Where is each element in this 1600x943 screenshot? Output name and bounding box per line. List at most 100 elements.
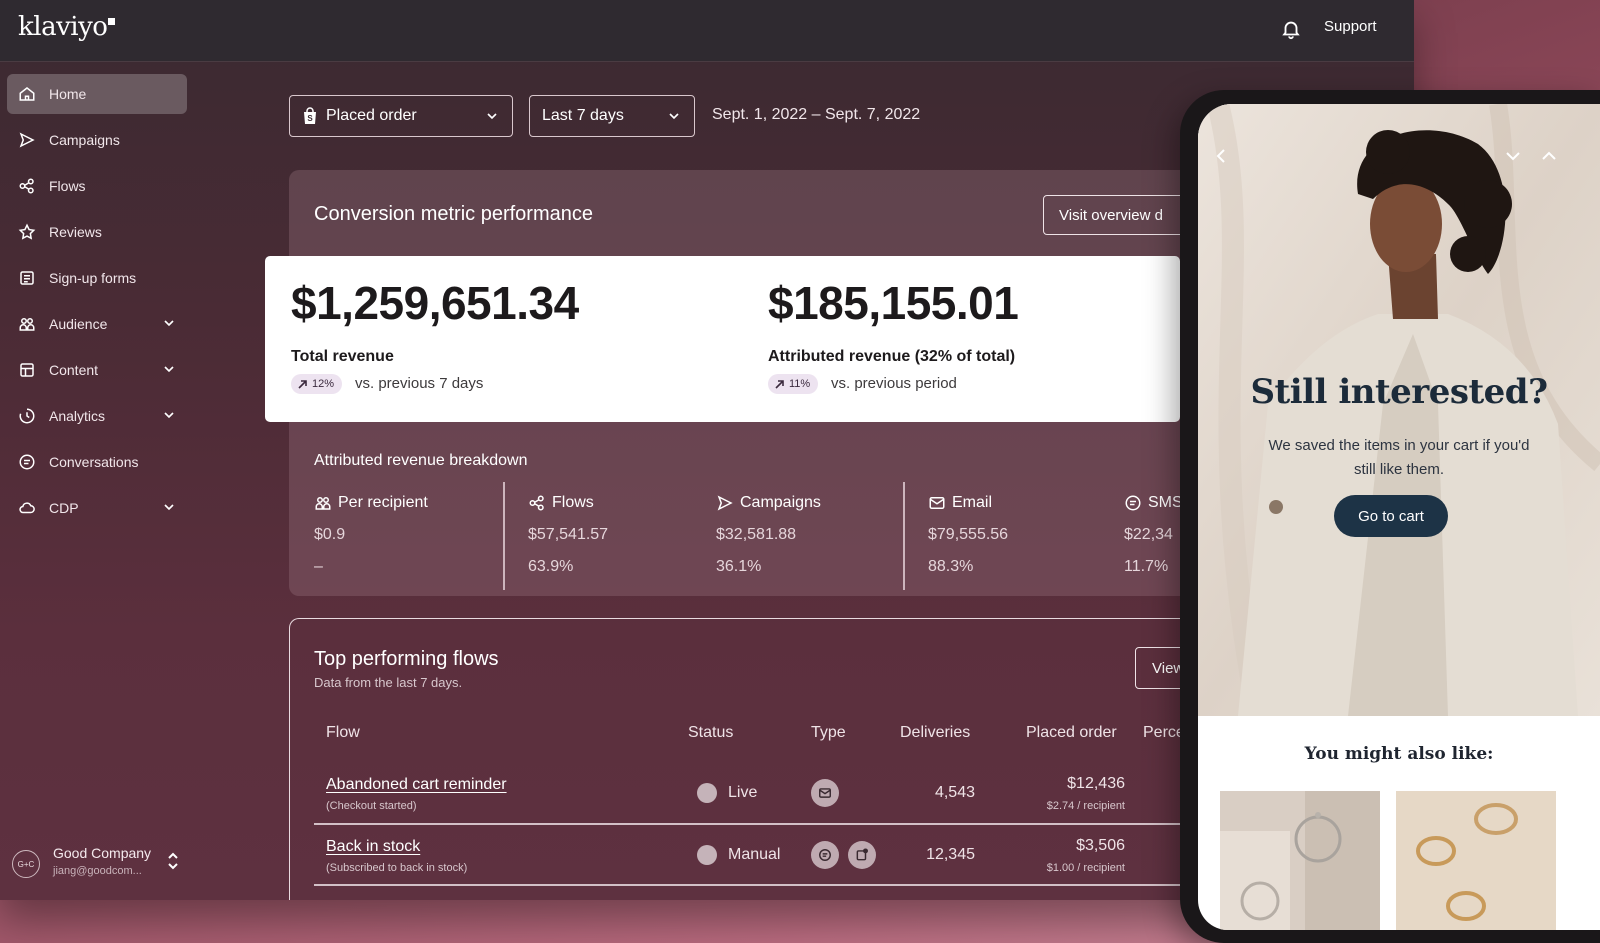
sidebar-item-label: Home	[49, 86, 87, 102]
attributed-revenue-value: $185,155.01	[768, 277, 1019, 329]
total-revenue-label: Total revenue	[291, 348, 394, 365]
column-header-placed-order[interactable]: Placed order	[1026, 724, 1117, 742]
sidebar-item-home[interactable]: Home	[7, 74, 187, 114]
sidebar-item-flows[interactable]: Flows	[7, 166, 187, 206]
sidebar-item-campaigns[interactable]: Campaigns	[7, 120, 187, 160]
product-card[interactable]	[1220, 791, 1380, 930]
trend-up-icon	[775, 380, 784, 389]
sidebar-item-analytics[interactable]: Analytics	[7, 396, 187, 436]
breakdown-sms: SMS $22,34 11.7%	[1124, 494, 1183, 575]
sidebar-item-conversations[interactable]: Conversations	[7, 442, 187, 482]
flows-icon	[529, 495, 544, 511]
column-header-type[interactable]: Type	[811, 724, 846, 742]
popup-body: We saved the items in your cart if you'd…	[1268, 437, 1530, 478]
sidebar-item-sign-up-forms[interactable]: Sign-up forms	[7, 258, 187, 298]
revenue-card: $1,259,651.34 Total revenue 12% vs. prev…	[265, 256, 1180, 422]
bell-icon[interactable]	[1280, 18, 1302, 40]
trend-up-icon	[298, 380, 307, 389]
sidebar-item-label: Content	[49, 362, 99, 378]
chevron-left-icon[interactable]	[1212, 147, 1230, 165]
klaviyo-logo[interactable]: klaviyo	[18, 12, 116, 42]
chevron-up-icon[interactable]	[1540, 147, 1558, 165]
recommendations-title: You might also like:	[1304, 744, 1494, 764]
flow-trigger: (Checkout started)	[326, 800, 417, 812]
sidebar-item-label: CDP	[49, 500, 79, 516]
rings-product-image	[1396, 791, 1556, 930]
per-recipient-value: $2.74 / recipient	[1046, 800, 1125, 812]
sidebar: Home Campaigns Flows Reviews Sign-up for…	[0, 62, 200, 900]
column-header-flow[interactable]: Flow	[326, 724, 360, 742]
breakdown-divider	[903, 482, 905, 590]
analytics-icon	[17, 406, 37, 426]
account-email: jiang@goodcom...	[53, 865, 142, 877]
send-icon	[717, 495, 733, 511]
row-divider	[314, 884, 1214, 886]
breakdown-title: Attributed revenue breakdown	[314, 452, 528, 469]
sidebar-item-label: Analytics	[49, 408, 106, 424]
column-header-percent[interactable]: Perce	[1143, 724, 1185, 742]
flow-name-link[interactable]: Back in stock	[326, 838, 420, 856]
sidebar-item-label: Flows	[49, 178, 86, 194]
sidebar-item-reviews[interactable]: Reviews	[7, 212, 187, 252]
chevron-up-down-icon[interactable]	[166, 850, 180, 872]
status-text: Manual	[728, 846, 781, 863]
home-icon	[17, 84, 37, 104]
sidebar-item-label: Audience	[49, 316, 108, 332]
deliveries-value: 4,543	[934, 784, 975, 801]
attributed-revenue-compare: vs. previous period	[831, 375, 957, 392]
metric-select[interactable]: S Placed order	[289, 95, 513, 137]
account-switcher[interactable]: G+C Good Company jiang@goodcom...	[12, 842, 192, 890]
period-select-value: Last 7 days	[542, 107, 624, 124]
phone-screen: Still interested? We saved the items in …	[1198, 104, 1600, 930]
metric-select-value: Placed order	[326, 107, 417, 124]
chevron-down-icon[interactable]	[161, 315, 177, 331]
chat-icon	[17, 452, 37, 472]
chevron-down-icon	[487, 113, 497, 120]
status-text: Live	[728, 784, 758, 801]
audience-icon	[315, 497, 331, 510]
deliveries-value: 12,345	[926, 846, 975, 863]
status-dot	[697, 783, 717, 803]
avatar: G+C	[12, 850, 40, 878]
total-revenue-delta: 12%	[291, 374, 343, 394]
flows-icon	[17, 176, 37, 196]
audience-icon	[17, 314, 37, 334]
flow-trigger: (Subscribed to back in stock)	[326, 862, 468, 874]
support-link[interactable]: Support	[1324, 18, 1377, 35]
sidebar-item-label: Sign-up forms	[49, 270, 137, 286]
hero-image: Still interested? We saved the items in …	[1198, 104, 1600, 719]
row-divider	[314, 823, 1214, 825]
breakdown-per-recipient: Per recipient $0.9 –	[314, 494, 428, 575]
account-name: Good Company	[53, 845, 152, 861]
chevron-down-icon[interactable]	[161, 407, 177, 423]
sidebar-item-cdp[interactable]: CDP	[7, 488, 187, 528]
chevron-down-icon[interactable]	[1504, 147, 1522, 165]
top-flows-title: Top performing flows	[314, 648, 499, 670]
send-icon	[17, 130, 37, 150]
attributed-revenue-label: Attributed revenue (32% of total)	[768, 348, 1016, 365]
star-icon	[17, 222, 37, 242]
column-header-deliveries[interactable]: Deliveries	[900, 724, 970, 742]
breakdown-email: Email $79,555.56 88.3%	[928, 494, 1009, 575]
flow-name-link[interactable]: Abandoned cart reminder	[326, 776, 507, 794]
column-header-status[interactable]: Status	[688, 724, 733, 742]
sidebar-item-content[interactable]: Content	[7, 350, 187, 390]
chevron-down-icon[interactable]	[161, 361, 177, 377]
push-icon	[848, 841, 876, 869]
product-card[interactable]	[1396, 791, 1556, 930]
per-recipient-value: $1.00 / recipient	[1046, 862, 1125, 874]
sms-icon	[811, 841, 839, 869]
breakdown-campaigns: Campaigns $32,581.88 36.1%	[716, 494, 821, 575]
chevron-down-icon	[669, 113, 679, 120]
sidebar-item-audience[interactable]: Audience	[7, 304, 187, 344]
earring-product-image	[1220, 791, 1380, 930]
period-select[interactable]: Last 7 days	[529, 95, 695, 137]
sms-icon	[1125, 495, 1141, 511]
breakdown-flows: Flows $57,541.57 63.9%	[528, 494, 609, 575]
shopify-bag-icon: S	[304, 107, 316, 124]
total-revenue-compare: vs. previous 7 days	[355, 375, 484, 392]
go-to-cart-button[interactable]: Go to cart	[1334, 495, 1448, 537]
content-icon	[17, 360, 37, 380]
placed-order-value: $3,506	[1076, 837, 1125, 854]
chevron-down-icon[interactable]	[161, 499, 177, 515]
